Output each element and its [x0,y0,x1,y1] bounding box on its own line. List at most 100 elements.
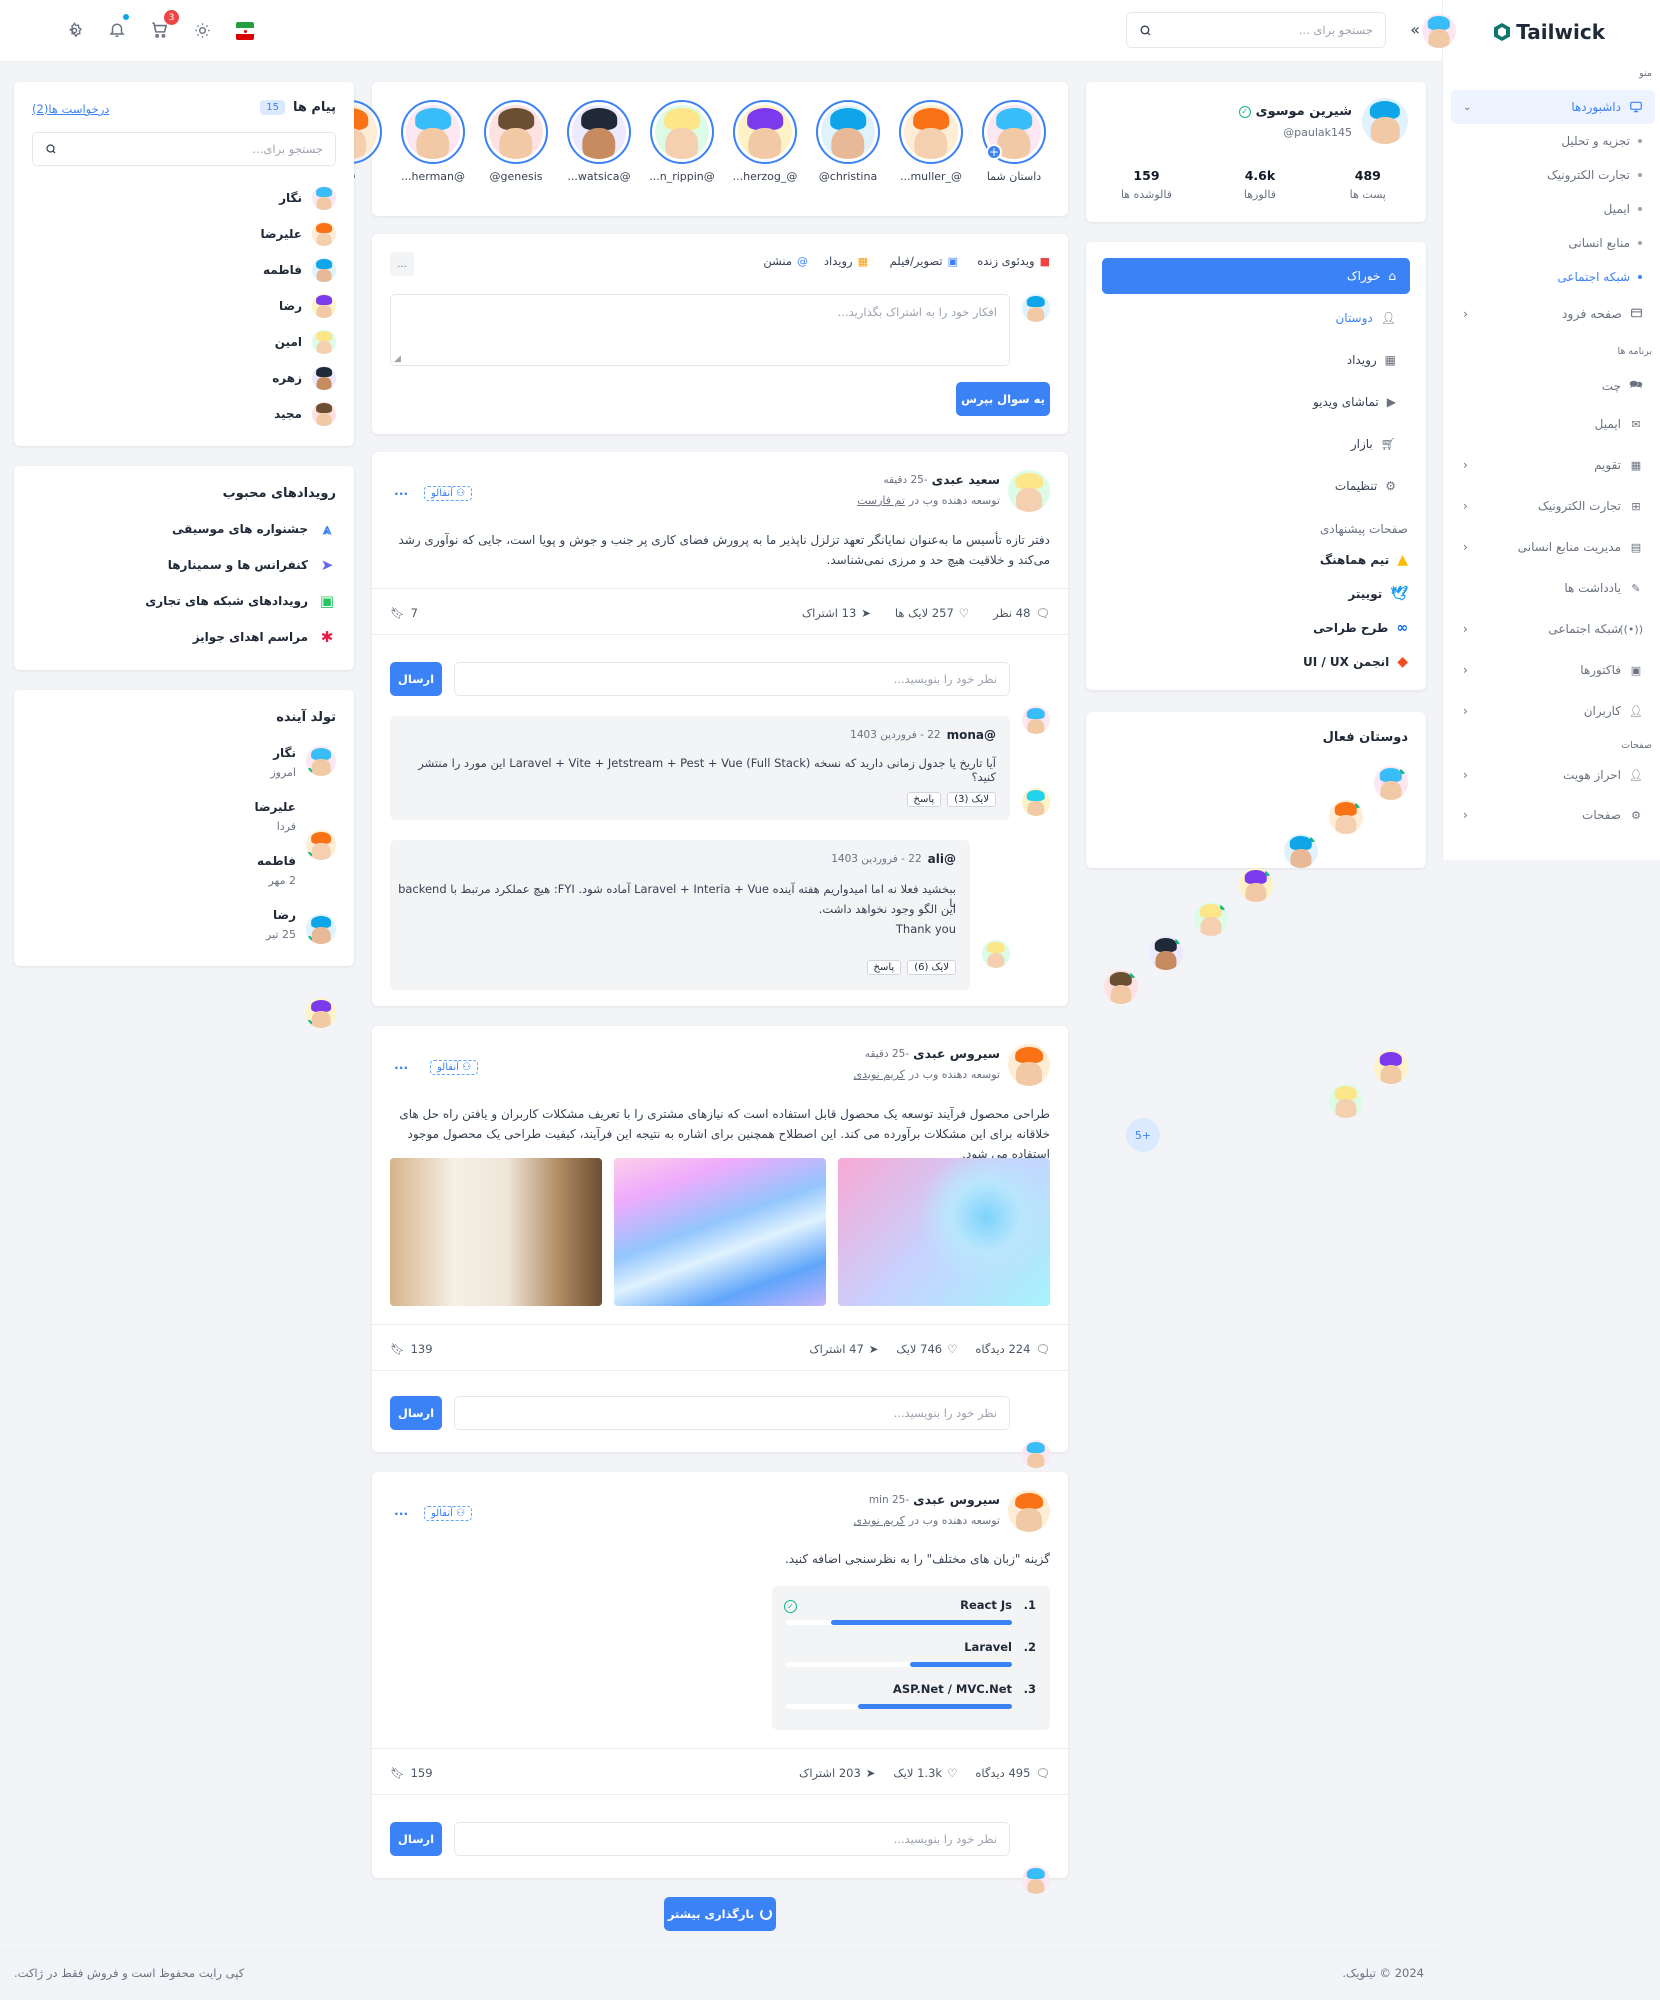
feed-nav-item[interactable]: 🛒︎ بازار [1102,426,1410,462]
story-avatar[interactable] [821,105,875,159]
post-author-name[interactable]: سیروس عبدی [913,1492,1000,1507]
sidebar-subitem[interactable]: منابع انسانی [1482,236,1642,250]
send-comment-button[interactable]: ارسال [390,662,442,696]
contact-avatar[interactable] [312,366,336,390]
birthday-name[interactable]: فاطمه [257,854,296,868]
feed-nav-item[interactable]: ▦ رویداد [1102,342,1410,378]
contact-item[interactable]: رضا [279,294,336,318]
sidebar-item-page[interactable]: 👤︎ احراز هویت ‹ [1463,768,1643,782]
active-friend-avatar[interactable] [1194,902,1228,936]
post-image-silk[interactable] [614,1158,826,1306]
poll-option-label[interactable]: Laravel [964,1640,1012,1654]
sidebar-item-landing[interactable]: صفحه فرود ‹ [1463,306,1643,321]
post-author-avatar[interactable] [1008,470,1050,512]
active-friend-avatar[interactable] [1329,1084,1363,1118]
contact-item[interactable]: زهره [272,366,336,390]
collapse-sidebar-icon[interactable]: » [1410,20,1420,39]
event-item[interactable]: ⩓ جشنواره های موسیقی [172,520,336,538]
shares-stat[interactable]: ➤ 47 اشتراک [809,1342,878,1356]
shares-stat[interactable]: ➤ 13 اشتراک [802,606,871,620]
sidebar-item-app[interactable]: ✉ ایمیل [1463,417,1643,431]
saves-stat[interactable]: 7 🔖︎ [390,606,418,620]
flag-iran-icon[interactable] [236,22,254,40]
sidebar-item-dashboards[interactable]: داشبوردها ⌄ [1451,90,1655,124]
reply-avatar[interactable] [982,940,1010,968]
post-author-avatar[interactable] [1008,1044,1050,1086]
comment-input[interactable]: نظر خود را بنویسید... [454,1396,1010,1430]
contact-item[interactable]: نگار [279,186,336,210]
post-image-child[interactable] [390,1158,602,1306]
contact-avatar[interactable] [312,294,336,318]
active-friend-avatar[interactable] [1374,1050,1408,1084]
story-avatar[interactable] [572,105,626,159]
composer-action[interactable]: ■ ویدئوی زنده [977,254,1050,268]
reply-avatar[interactable] [1022,788,1050,816]
birthday-avatar[interactable] [306,746,336,776]
event-item[interactable]: ▣ رویدادهای شبکه های تجاری [145,592,336,610]
composer-textarea[interactable]: افکار خود را به اشتراک بگذارید... ◢ [390,294,1010,366]
story-item[interactable]: genesis@ [480,100,552,183]
sidebar-item-app[interactable]: ✎ یادداشت ها [1463,581,1643,595]
composer-action[interactable]: ▦ رویداد [824,254,868,268]
sidebar-subitem[interactable]: شبکه اجتماعی [1482,270,1642,284]
feed-nav-item[interactable]: 👤︎ دوستان [1102,300,1410,336]
post-image-wave[interactable] [838,1158,1050,1306]
reply-reply-button[interactable]: پاسخ [906,792,942,807]
saves-stat[interactable]: 159 🔖︎ [390,1766,433,1780]
post-company-link[interactable]: تم فارست [857,494,905,507]
profile-name[interactable]: شیرین موسوی [1256,104,1352,119]
story-avatar[interactable] [489,105,543,159]
post-author-avatar[interactable] [1008,1490,1050,1532]
shares-stat[interactable]: ➤ 203 اشتراک [799,1766,875,1780]
post-company-link[interactable]: کریم نویدی [854,1514,905,1527]
sidebar-subitem[interactable]: تجارت الکترونیک [1482,168,1642,182]
active-friend-avatar[interactable] [1329,800,1363,834]
suggested-page-item[interactable]: 🕊︎ توییتر [1348,586,1408,602]
composer-action[interactable]: ▣ تصویر/فیلم [890,254,958,268]
composer-action[interactable]: @ منشن [763,254,808,268]
requests-link[interactable]: درخواست ها(2) [32,102,109,116]
suggested-page-item[interactable]: ∞ طرح طراحی [1313,620,1408,636]
birthday-avatar[interactable] [306,914,336,944]
messages-search-input[interactable]: جستجو برای... [32,132,336,166]
post-menu-icon[interactable]: ··· [394,1506,408,1521]
birthday-avatar[interactable] [306,830,336,860]
poll-option-label[interactable]: React Js [960,1598,1012,1612]
unfollow-tag[interactable]: ⚇ آنفالو [424,486,473,501]
send-comment-button[interactable]: ارسال [390,1822,442,1856]
contact-avatar[interactable] [312,222,336,246]
active-friend-avatar[interactable] [1374,766,1408,800]
comment-input[interactable]: نظر خود را بنویسید... [454,1822,1010,1856]
active-friend-avatar[interactable] [1284,834,1318,868]
story-item[interactable]: @watsica... [563,100,635,183]
birthday-name[interactable]: علیرضا [254,800,296,814]
likes-stat[interactable]: ♡ 1.3k لایک [893,1766,957,1780]
composer-more-button[interactable]: ... [390,252,414,276]
contact-item[interactable]: امین [275,330,336,354]
story-avatar[interactable] [406,105,460,159]
views-stat[interactable]: 🗨 224 دیدگاه [975,1342,1050,1356]
story-item[interactable]: + داستان شما [978,100,1050,183]
story-avatar[interactable] [655,105,709,159]
feed-nav-item[interactable]: ▶ تماشای ویدیو [1102,384,1410,420]
reply-like-button[interactable]: لایک (3) [947,792,996,807]
sidebar-item-app[interactable]: ▣ فاکتورها ‹ [1463,663,1643,677]
post-company-link[interactable]: کریم نویدی [854,1068,905,1081]
story-item[interactable]: @herman... [397,100,469,183]
feed-nav-item[interactable]: ⌂ خوراک [1102,258,1410,294]
sun-icon[interactable] [194,22,211,39]
post-menu-icon[interactable]: ··· [394,486,408,501]
event-item[interactable]: ✱ مراسم اهدای جوایز [193,628,336,646]
contact-avatar[interactable] [312,402,336,426]
likes-stat[interactable]: ♡ 746 لایک [896,1342,957,1356]
sidebar-item-page[interactable]: ⚙ صفحات ‹ [1463,808,1643,822]
unfollow-tag[interactable]: ⚇ آنفالو [424,1506,473,1521]
active-friend-avatar[interactable] [1104,970,1138,1004]
post-author-name[interactable]: سعید عبدی [932,472,1000,487]
reply-user[interactable]: @ali [928,852,956,866]
active-friend-avatar[interactable] [1239,868,1273,902]
birthday-name[interactable]: رضا [273,908,296,922]
add-story-icon[interactable]: + [986,144,1002,160]
sidebar-subitem[interactable]: ایمیل [1482,202,1642,216]
unfollow-tag[interactable]: ⚇ آنفالو [430,1060,479,1075]
